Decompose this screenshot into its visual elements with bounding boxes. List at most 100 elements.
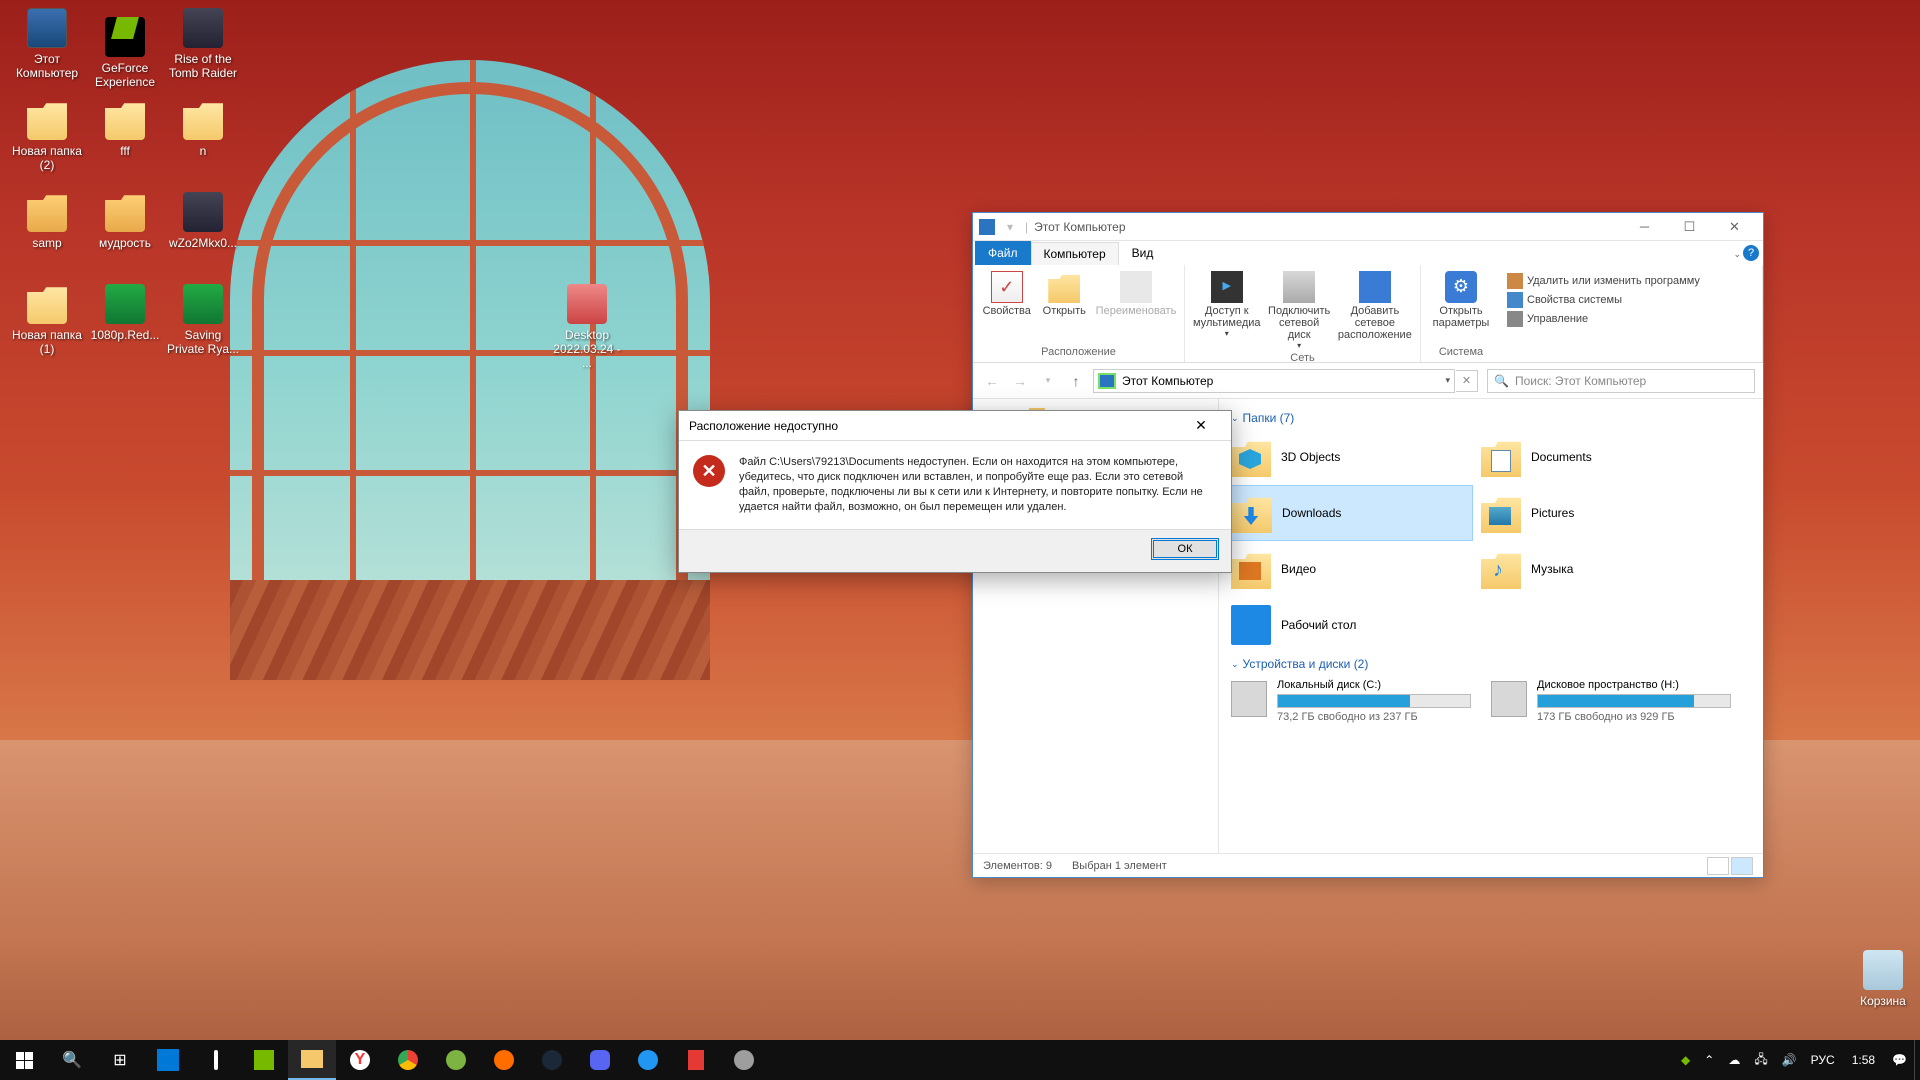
ribbon-uninstall[interactable]: Удалить или изменить программу bbox=[1507, 273, 1700, 289]
desktop-icon-image bbox=[27, 100, 67, 140]
desktop-icon-label: wZo2Mkx0... bbox=[166, 236, 240, 250]
tb-yandex[interactable]: Y bbox=[336, 1040, 384, 1080]
nav-back[interactable]: ← bbox=[981, 370, 1003, 392]
explorer-titlebar[interactable]: ▾| Этот Компьютер ─ ☐ ✕ bbox=[973, 213, 1763, 241]
tray-onedrive-icon[interactable]: ☁ bbox=[1721, 1040, 1747, 1080]
tb-steam[interactable] bbox=[528, 1040, 576, 1080]
tb-chrome[interactable] bbox=[384, 1040, 432, 1080]
desktop-icon-label: 1080p.Red... bbox=[88, 328, 162, 342]
ribbon-properties[interactable]: Свойства bbox=[981, 269, 1033, 317]
dialog-titlebar[interactable]: Расположение недоступно ✕ bbox=[679, 411, 1231, 441]
tab-computer[interactable]: Компьютер bbox=[1031, 242, 1119, 265]
desktop-icon[interactable]: wZo2Mkx0... bbox=[166, 192, 240, 250]
drives-header[interactable]: ⌄Устройства и диски (2) bbox=[1223, 653, 1759, 675]
desktop-icon[interactable]: Rise of the Tomb Raider bbox=[166, 8, 240, 80]
tb-nvidia[interactable] bbox=[240, 1040, 288, 1080]
folders-header[interactable]: ⌄Папки (7) bbox=[1223, 407, 1759, 429]
tb-app-3[interactable] bbox=[432, 1040, 480, 1080]
folder-label: Downloads bbox=[1282, 506, 1341, 520]
tray-volume-icon[interactable]: 🔊 bbox=[1775, 1040, 1804, 1080]
desktop-icon-image bbox=[27, 192, 67, 232]
folder-item[interactable]: 3D Objects bbox=[1223, 429, 1473, 485]
taskview-button[interactable]: ⊞ bbox=[96, 1040, 144, 1080]
search-button[interactable]: 🔍 bbox=[48, 1040, 96, 1080]
tray-notifications-icon[interactable]: 💬 bbox=[1885, 1040, 1914, 1080]
show-desktop[interactable] bbox=[1914, 1040, 1920, 1080]
view-tiles-button[interactable] bbox=[1731, 857, 1753, 875]
folder-label: 3D Objects bbox=[1281, 450, 1340, 464]
desktop-icon[interactable]: samp bbox=[10, 192, 84, 250]
desktop-icon-label: Новая папка (1) bbox=[10, 328, 84, 356]
ribbon-media[interactable]: Доступ к мультимедиа▾ bbox=[1193, 269, 1261, 338]
tb-app-5[interactable] bbox=[576, 1040, 624, 1080]
tray-nvidia-icon[interactable]: ◆ bbox=[1674, 1040, 1697, 1080]
nav-forward[interactable]: → bbox=[1009, 370, 1031, 392]
refresh-button[interactable]: ✕ bbox=[1456, 370, 1478, 392]
folder-icon bbox=[1481, 437, 1521, 477]
tab-file[interactable]: Файл bbox=[975, 241, 1031, 265]
desktop-icon[interactable]: Saving Private Rya... bbox=[166, 284, 240, 356]
ribbon-collapse-icon[interactable]: ⌄ bbox=[1733, 249, 1741, 260]
address-bar[interactable]: Этот Компьютер ▾ ✕ bbox=[1093, 369, 1455, 393]
tb-app-2[interactable] bbox=[192, 1040, 240, 1080]
desktop-icon[interactable]: Новая папка (2) bbox=[10, 100, 84, 172]
tb-explorer[interactable] bbox=[288, 1040, 336, 1080]
tb-app-6[interactable] bbox=[624, 1040, 672, 1080]
tray-lang[interactable]: РУС bbox=[1804, 1040, 1842, 1080]
help-icon[interactable]: ? bbox=[1743, 245, 1759, 261]
folder-item[interactable]: Pictures bbox=[1473, 485, 1723, 541]
minimize-button[interactable]: ─ bbox=[1622, 213, 1667, 241]
nav-recent[interactable]: ▾ bbox=[1037, 370, 1059, 392]
desktop-icon-image bbox=[183, 284, 223, 324]
tray-network-icon[interactable]: 🖧 bbox=[1747, 1040, 1774, 1080]
desktop-icon[interactable]: мудрость bbox=[88, 192, 162, 250]
dialog-close-button[interactable]: ✕ bbox=[1181, 412, 1221, 440]
ribbon-addnet[interactable]: Добавить сетевое расположение bbox=[1338, 269, 1412, 341]
ribbon-manage[interactable]: Управление bbox=[1507, 311, 1700, 327]
ribbon-open[interactable]: Открыть bbox=[1039, 269, 1091, 317]
drive-free-text: 173 ГБ свободно из 929 ГБ bbox=[1537, 711, 1731, 723]
desktop-icon[interactable]: Новая папка (1) bbox=[10, 284, 84, 356]
folder-item[interactable]: Рабочий стол bbox=[1223, 597, 1473, 653]
drive-free-text: 73,2 ГБ свободно из 237 ГБ bbox=[1277, 711, 1471, 723]
nav-up[interactable]: ↑ bbox=[1065, 370, 1087, 392]
wallpaper-arch bbox=[230, 60, 710, 680]
ribbon-params[interactable]: Открыть параметры bbox=[1429, 269, 1493, 329]
error-icon: ✕ bbox=[693, 455, 725, 487]
desktop-icon[interactable]: GeForce Experience bbox=[88, 8, 162, 89]
search-icon: 🔍 bbox=[1494, 374, 1509, 388]
tab-view[interactable]: Вид bbox=[1119, 241, 1167, 265]
folder-item[interactable]: Documents bbox=[1473, 429, 1723, 485]
drive-item[interactable]: Дисковое пространство (H:)173 ГБ свободн… bbox=[1491, 679, 1731, 723]
search-box[interactable]: 🔍 Поиск: Этот Компьютер bbox=[1487, 369, 1755, 393]
ribbon-sysprops[interactable]: Свойства системы bbox=[1507, 292, 1700, 308]
explorer-icon bbox=[979, 219, 995, 235]
desktop-icon[interactable]: fff bbox=[88, 100, 162, 158]
tb-app-1[interactable] bbox=[144, 1040, 192, 1080]
dialog-ok-button[interactable]: ОК bbox=[1151, 538, 1219, 560]
desktop-icon[interactable]: Корзина bbox=[1846, 950, 1920, 1008]
desktop: Этот КомпьютерGeForce ExperienceRise of … bbox=[0, 0, 1920, 1080]
view-details-button[interactable] bbox=[1707, 857, 1729, 875]
tray-clock[interactable]: 1:58 bbox=[1842, 1053, 1885, 1067]
desktop-icon[interactable]: Desktop 2022.03.24 - ... bbox=[550, 284, 624, 370]
drive-icon bbox=[1491, 681, 1527, 717]
tray-expand-icon[interactable]: ⌃ bbox=[1697, 1040, 1721, 1080]
desktop-icon[interactable]: Этот Компьютер bbox=[10, 8, 84, 80]
folder-label: Documents bbox=[1531, 450, 1592, 464]
close-button[interactable]: ✕ bbox=[1712, 213, 1757, 241]
folder-item[interactable]: Видео bbox=[1223, 541, 1473, 597]
tb-app-7[interactable] bbox=[672, 1040, 720, 1080]
desktop-icon[interactable]: 1080p.Red... bbox=[88, 284, 162, 342]
status-bar: Элементов: 9 Выбран 1 элемент bbox=[973, 853, 1763, 877]
start-button[interactable] bbox=[0, 1040, 48, 1080]
ribbon-netdrive[interactable]: Подключить сетевой диск▾ bbox=[1267, 269, 1332, 350]
tb-app-8[interactable] bbox=[720, 1040, 768, 1080]
tb-app-4[interactable] bbox=[480, 1040, 528, 1080]
desktop-icon[interactable]: n bbox=[166, 100, 240, 158]
desktop-icon-label: Desktop 2022.03.24 - ... bbox=[550, 328, 624, 370]
folder-item[interactable]: Downloads bbox=[1223, 485, 1473, 541]
folder-item[interactable]: Музыка bbox=[1473, 541, 1723, 597]
drive-item[interactable]: Локальный диск (C:)73,2 ГБ свободно из 2… bbox=[1231, 679, 1471, 723]
maximize-button[interactable]: ☐ bbox=[1667, 213, 1712, 241]
